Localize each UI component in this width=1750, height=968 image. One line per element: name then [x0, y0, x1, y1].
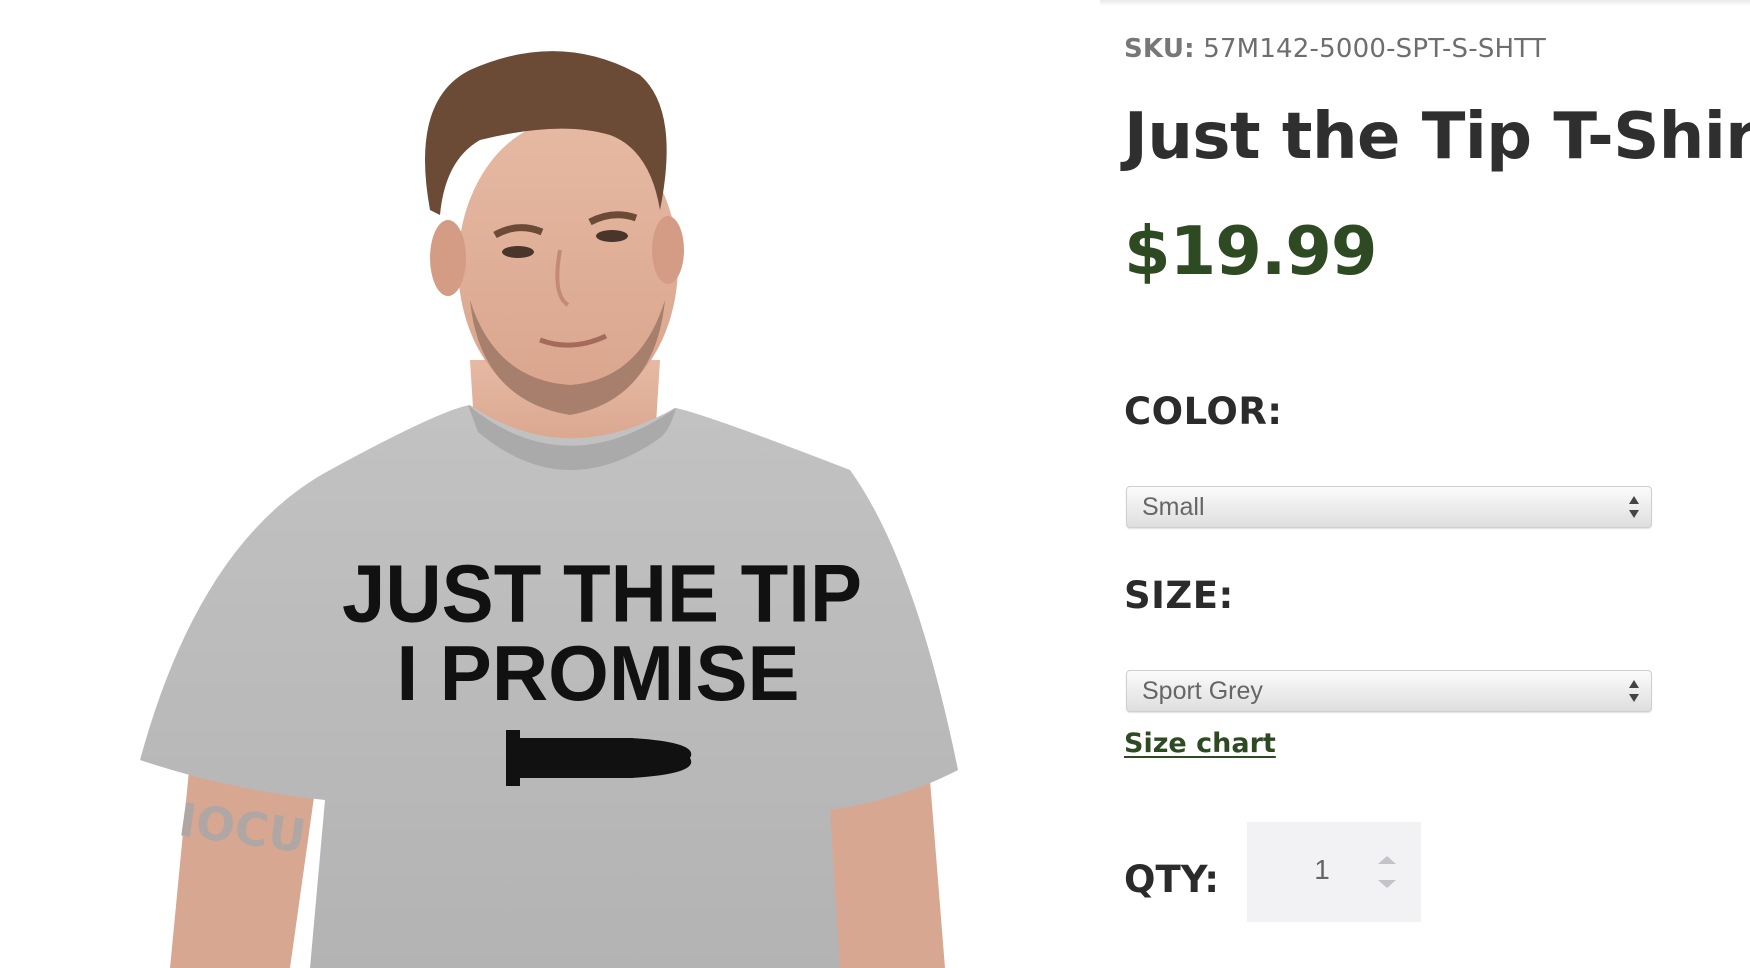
- up-down-caret-icon: [1629, 496, 1639, 518]
- shirt-print-line2: I PROMISE: [396, 629, 799, 717]
- sku: SKU: 57M142-5000-SPT-S-SHTT: [1124, 34, 1546, 64]
- product-image[interactable]: IOCU JUST THE TIP I PROMISE: [0, 0, 1100, 968]
- product-info: SKU: 57M142-5000-SPT-S-SHTT Just the Tip…: [1124, 0, 1750, 968]
- size-select-value: Sport Grey: [1142, 677, 1263, 705]
- qty-input[interactable]: 1: [1247, 822, 1421, 922]
- sku-value: 57M142-5000-SPT-S-SHTT: [1203, 34, 1546, 64]
- size-label: SIZE:: [1124, 574, 1234, 617]
- qty-label: QTY:: [1124, 858, 1220, 901]
- size-select[interactable]: Sport Grey: [1126, 670, 1652, 712]
- size-chart-link[interactable]: Size chart: [1124, 728, 1276, 759]
- product-price: $19.99: [1124, 212, 1378, 290]
- model-photo: IOCU JUST THE TIP I PROMISE: [140, 51, 958, 968]
- stepper-arrows-icon[interactable]: [1375, 852, 1399, 892]
- shirt-print-line1: JUST THE TIP: [342, 548, 862, 639]
- sku-label: SKU:: [1124, 34, 1195, 64]
- product-title: Just the Tip T-Shirt: [1124, 100, 1750, 174]
- up-down-caret-icon: [1629, 680, 1639, 702]
- color-select-value: Small: [1142, 493, 1205, 521]
- color-label: COLOR:: [1124, 390, 1283, 433]
- color-select[interactable]: Small: [1126, 486, 1652, 528]
